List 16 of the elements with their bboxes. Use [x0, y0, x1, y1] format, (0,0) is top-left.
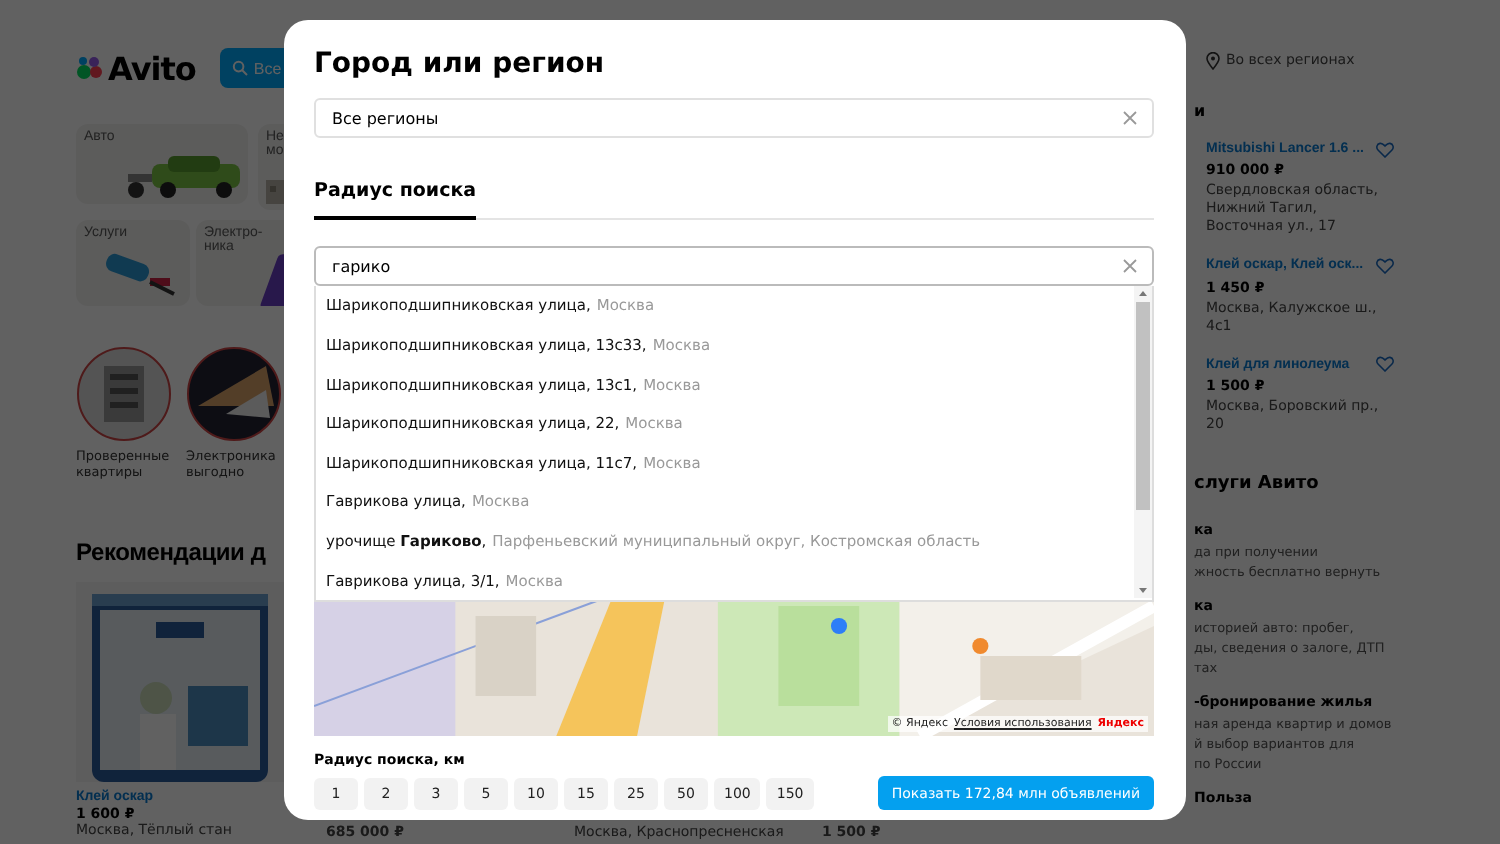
heart-icon[interactable] — [1376, 141, 1394, 158]
location-pin-icon — [1206, 52, 1220, 71]
section-title: слуги Авито — [1194, 474, 1321, 495]
address-search-field[interactable]: гарико — [314, 246, 1154, 286]
heart-icon[interactable] — [1376, 258, 1394, 275]
tab[interactable]: Радиус поиска — [314, 180, 477, 220]
close-icon[interactable] — [1122, 110, 1138, 126]
region-field[interactable]: Все регионы — [314, 98, 1154, 138]
section-title: и — [1194, 102, 1208, 121]
scrollbar[interactable] — [1134, 286, 1152, 598]
logo-icon — [76, 56, 104, 80]
dialog-title: Город или регион — [314, 48, 607, 80]
section-title: Рекомендации д — [76, 537, 266, 566]
close-icon[interactable] — [1122, 258, 1138, 274]
search-icon — [231, 60, 248, 76]
heart-icon[interactable] — [1376, 356, 1394, 373]
